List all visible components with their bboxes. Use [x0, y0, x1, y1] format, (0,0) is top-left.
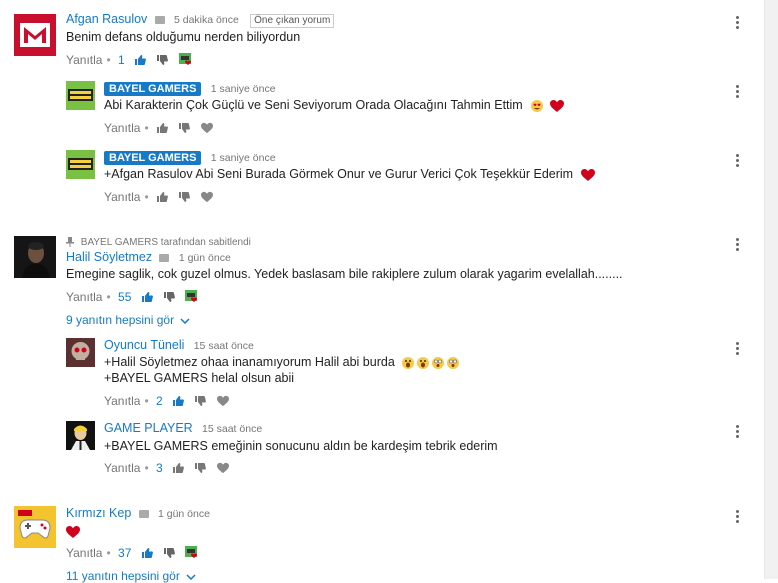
red-heart-icon	[580, 168, 595, 181]
comment-menu-icon[interactable]	[736, 16, 740, 30]
heart-outline-icon[interactable]	[216, 395, 229, 407]
like-count: 2	[156, 393, 163, 408]
comment-time[interactable]: 1 gün önce	[179, 252, 231, 264]
scrollbar[interactable]	[764, 0, 778, 579]
like-count: 3	[156, 460, 163, 475]
gamepad-logo-icon	[14, 506, 56, 548]
comment-text: +Afgan Rasulov Abi Seni Burada Görmek On…	[104, 167, 574, 181]
thumbs-up-icon[interactable]	[156, 191, 168, 203]
creator-heart-icon	[185, 289, 199, 304]
thumbs-down-icon[interactable]	[163, 291, 175, 303]
like-count: 37	[118, 545, 132, 560]
comment-menu-icon[interactable]	[736, 425, 740, 439]
heart-eyes-emoji-icon	[531, 99, 544, 112]
comment-text: Benim defans olduğumu nerden biliyordun	[66, 30, 301, 44]
comment-time[interactable]: 1 saniye önce	[211, 83, 276, 95]
comment-time[interactable]: 5 dakika önce	[174, 14, 239, 26]
comment-author[interactable]: Afgan Rasulov	[66, 12, 147, 26]
avatar-bayel[interactable]	[66, 150, 95, 179]
comment-text: +BAYEL GAMERS emeğinin sonucunu aldın be…	[104, 439, 498, 453]
bayel-logo-icon	[68, 158, 93, 170]
thumbs-down-icon[interactable]	[194, 462, 207, 474]
avatar-afgan[interactable]	[14, 14, 56, 56]
verified-icon	[138, 509, 149, 518]
heart-outline-icon[interactable]	[200, 122, 213, 134]
thumbs-up-icon[interactable]	[156, 122, 168, 134]
comment-menu-icon[interactable]	[736, 510, 740, 524]
avatar-game-player[interactable]	[66, 421, 95, 450]
reply-button[interactable]: Yanıtla	[66, 290, 102, 304]
comment-author[interactable]: BAYEL GAMERS	[104, 151, 202, 165]
pin-icon	[66, 237, 74, 248]
thumbs-down-icon[interactable]	[194, 395, 207, 407]
comment-author[interactable]: GAME PLAYER	[104, 421, 193, 435]
creator-heart-icon	[178, 52, 193, 67]
shocked-emoji-icon	[402, 356, 460, 369]
thumbs-up-icon[interactable]	[172, 395, 184, 407]
comment-text: Emegine saglik, cok guzel olmus. Yedek b…	[66, 267, 623, 281]
bayel-logo-icon	[68, 89, 93, 101]
heart-outline-icon[interactable]	[216, 462, 229, 474]
comment-text-line1: +Halil Söyletmez ohaa inanamıyorum Halil…	[104, 355, 395, 369]
view-replies-button[interactable]: 11 yanıtın hepsini gör	[66, 569, 196, 583]
creator-heart-icon	[185, 545, 199, 560]
reply-button[interactable]: Yanıtla	[66, 53, 102, 67]
thumbs-up-icon[interactable]	[141, 291, 153, 303]
channel-logo-icon	[20, 23, 50, 47]
red-heart-icon	[66, 525, 80, 538]
reply-button[interactable]: Yanıtla	[104, 121, 140, 135]
avatar-oyuncu[interactable]	[66, 338, 95, 367]
verified-icon	[154, 15, 165, 24]
thumbs-down-icon[interactable]	[156, 54, 169, 66]
avatar-bayel[interactable]	[66, 81, 95, 110]
comment-author[interactable]: Kırmızı Kep	[66, 506, 131, 520]
thumbs-up-icon[interactable]	[134, 54, 146, 66]
comment-author[interactable]: Oyuncu Tüneli	[104, 338, 184, 352]
reply-button[interactable]: Yanıtla	[104, 394, 140, 408]
pinned-label: BAYEL GAMERS tarafından sabitlendi	[80, 237, 251, 248]
comment-menu-icon[interactable]	[736, 238, 740, 252]
comment-time[interactable]: 15 saat önce	[194, 340, 254, 352]
comment-time[interactable]: 1 saniye önce	[211, 152, 276, 164]
heart-outline-icon[interactable]	[200, 191, 213, 203]
comment-menu-icon[interactable]	[736, 85, 740, 99]
profile-photo-icon	[14, 236, 56, 278]
comment-author[interactable]: BAYEL GAMERS	[104, 82, 202, 96]
comment-time[interactable]: 1 gün önce	[158, 508, 210, 520]
comment-author[interactable]: Halil Söyletmez	[66, 250, 152, 264]
comment-text-line2: +BAYEL GAMERS helal olsun abii	[104, 371, 295, 385]
chevron-down-icon	[180, 318, 190, 324]
like-count: 1	[118, 52, 125, 67]
character-logo-icon	[66, 421, 95, 450]
thumbs-down-icon[interactable]	[178, 191, 191, 203]
view-replies-button[interactable]: 9 yanıtın hepsini gör	[66, 313, 190, 327]
comment-text: Abi Karakterin Çok Güçlü ve Seni Seviyor…	[104, 98, 523, 112]
like-count: 55	[118, 289, 132, 304]
thumbs-down-icon[interactable]	[163, 547, 175, 559]
avatar-halil[interactable]	[14, 236, 56, 278]
thumbs-up-icon[interactable]	[141, 547, 153, 559]
thumbs-down-icon[interactable]	[178, 122, 191, 134]
reply-button[interactable]: Yanıtla	[104, 190, 140, 204]
comment-time[interactable]: 15 saat önce	[202, 423, 262, 435]
thumbs-up-icon[interactable]	[172, 462, 184, 474]
verified-icon	[159, 253, 170, 262]
reply-button[interactable]: Yanıtla	[66, 546, 102, 560]
featured-badge: Öne çıkan yorum	[250, 14, 335, 28]
avatar-kirmizi-kep[interactable]	[14, 506, 56, 548]
reply-button[interactable]: Yanıtla	[104, 461, 140, 475]
comment-menu-icon[interactable]	[736, 154, 740, 168]
comment-menu-icon[interactable]	[736, 342, 740, 356]
skull-logo-icon	[66, 338, 95, 367]
red-heart-icon	[549, 99, 564, 112]
